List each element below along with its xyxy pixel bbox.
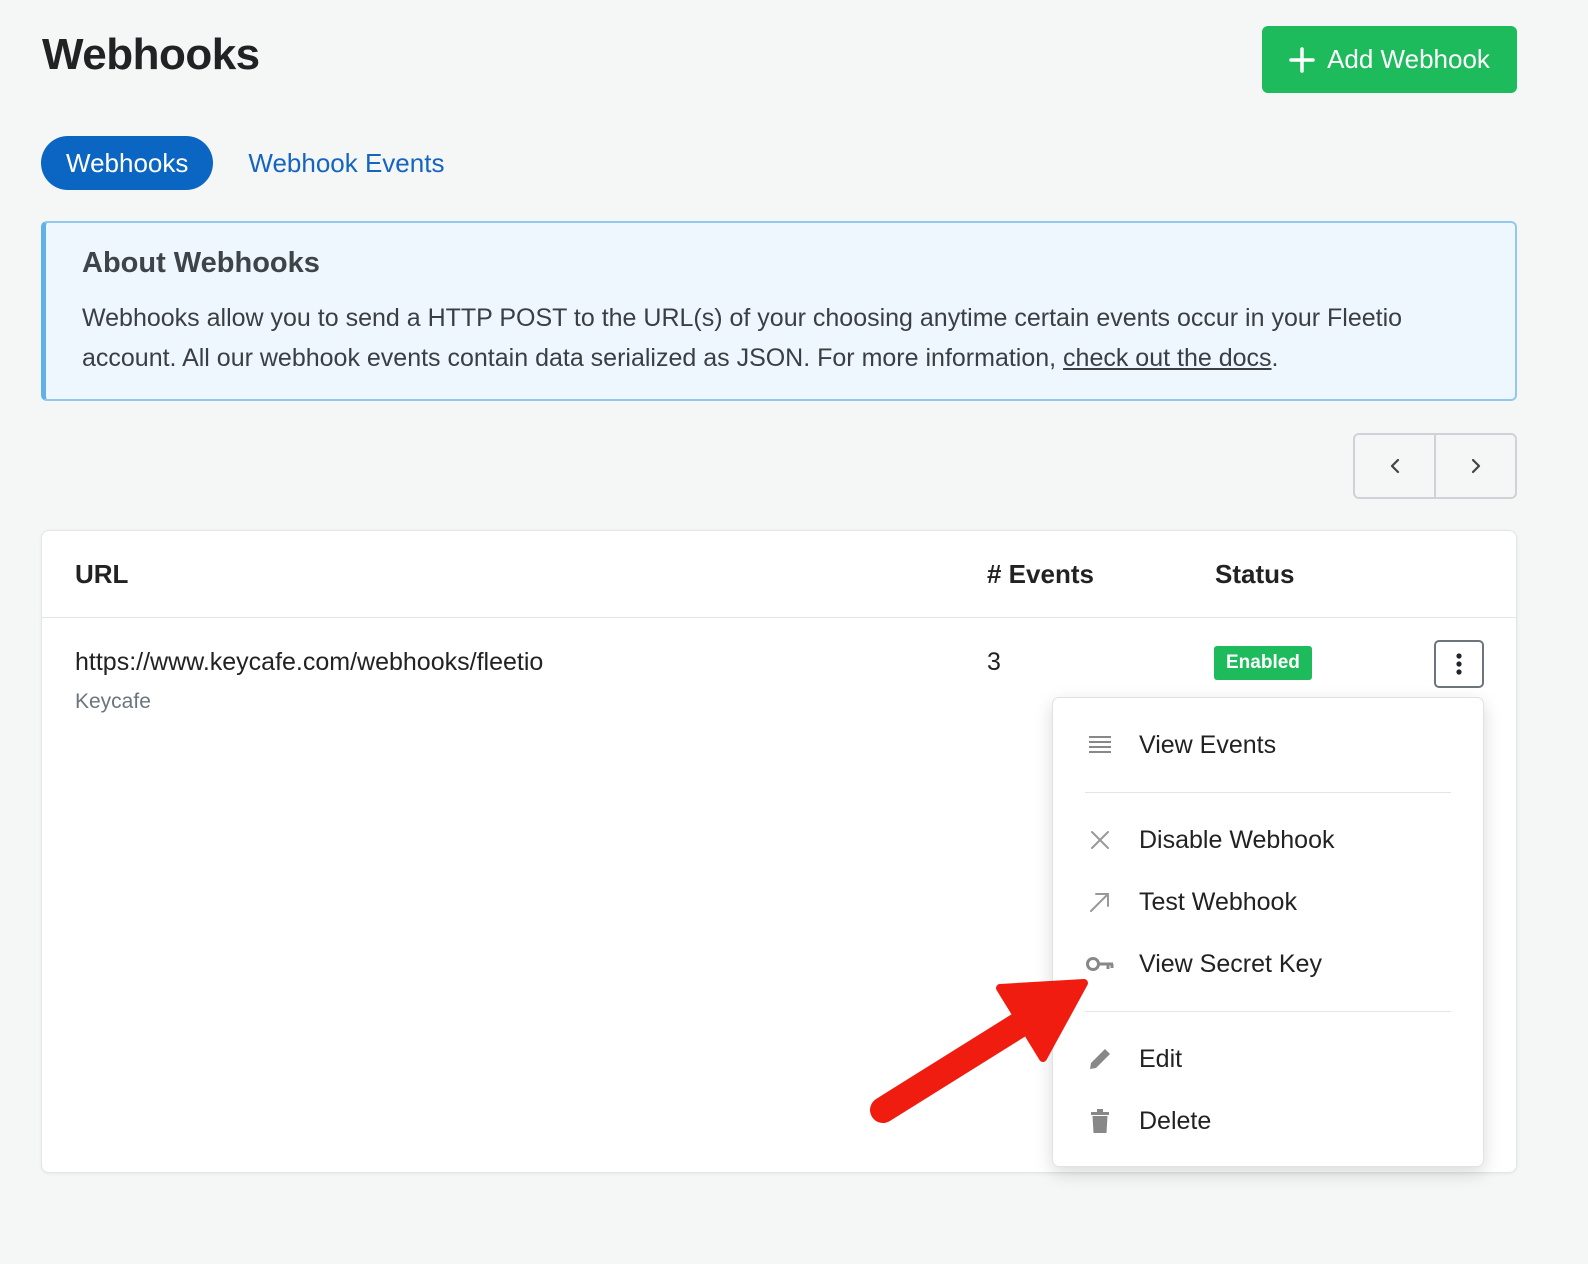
callout-trailing: . — [1271, 344, 1279, 372]
plus-icon — [1289, 46, 1315, 73]
menu-divider — [1085, 792, 1451, 793]
add-webhook-button[interactable]: Add Webhook — [1262, 26, 1517, 93]
menu-item-disable-webhook[interactable]: Disable Webhook — [1085, 809, 1451, 871]
menu-divider — [1085, 1011, 1451, 1012]
menu-item-label: Test Webhook — [1139, 887, 1297, 916]
column-status: Status — [1215, 559, 1295, 589]
tab-bar: Webhooks Webhook Events — [41, 136, 469, 190]
webhook-name: Keycafe — [75, 690, 151, 713]
x-icon — [1085, 825, 1115, 855]
webhook-events-count: 3 — [987, 648, 1001, 676]
menu-item-test-webhook[interactable]: Test Webhook — [1085, 871, 1451, 933]
pencil-icon — [1085, 1044, 1115, 1074]
page-title: Webhooks — [42, 30, 260, 79]
row-actions-menu: View Events Disable Webhook Test Webhook… — [1052, 697, 1484, 1167]
callout-title: About Webhooks — [82, 247, 320, 279]
menu-item-delete[interactable]: Delete — [1085, 1090, 1451, 1152]
chevron-left-icon — [1390, 458, 1399, 474]
trash-icon — [1085, 1106, 1115, 1136]
list-icon — [1085, 730, 1115, 760]
webhook-url: https://www.keycafe.com/webhooks/fleetio — [75, 648, 544, 676]
add-webhook-label: Add Webhook — [1327, 44, 1490, 74]
table-header: URL # Events Status — [42, 531, 1516, 618]
next-page-button[interactable] — [1434, 435, 1515, 497]
callout-body: Webhooks allow you to send a HTTP POST t… — [82, 298, 1479, 378]
menu-item-label: View Secret Key — [1139, 949, 1322, 978]
menu-item-edit[interactable]: Edit — [1085, 1028, 1451, 1090]
status-badge: Enabled — [1214, 646, 1312, 680]
docs-link[interactable]: check out the docs — [1063, 344, 1271, 372]
vertical-dots-icon — [1456, 653, 1462, 675]
menu-item-label: Delete — [1139, 1106, 1212, 1135]
tab-webhook-events[interactable]: Webhook Events — [223, 136, 469, 190]
arrow-up-right-icon — [1085, 887, 1115, 917]
key-icon — [1085, 949, 1115, 979]
menu-item-label: Edit — [1139, 1044, 1183, 1073]
menu-item-view-events[interactable]: View Events — [1085, 714, 1451, 776]
menu-item-label: Disable Webhook — [1139, 825, 1335, 854]
menu-item-label: View Events — [1139, 730, 1277, 759]
about-webhooks-callout: About Webhooks Webhooks allow you to sen… — [41, 221, 1517, 401]
menu-item-view-secret-key[interactable]: View Secret Key — [1085, 933, 1451, 995]
chevron-right-icon — [1471, 458, 1480, 474]
column-url: URL — [75, 559, 129, 589]
pagination — [1353, 433, 1517, 499]
row-actions-button[interactable] — [1434, 640, 1484, 688]
column-events: # Events — [987, 559, 1094, 589]
tab-webhooks[interactable]: Webhooks — [41, 136, 214, 190]
previous-page-button[interactable] — [1355, 435, 1434, 497]
